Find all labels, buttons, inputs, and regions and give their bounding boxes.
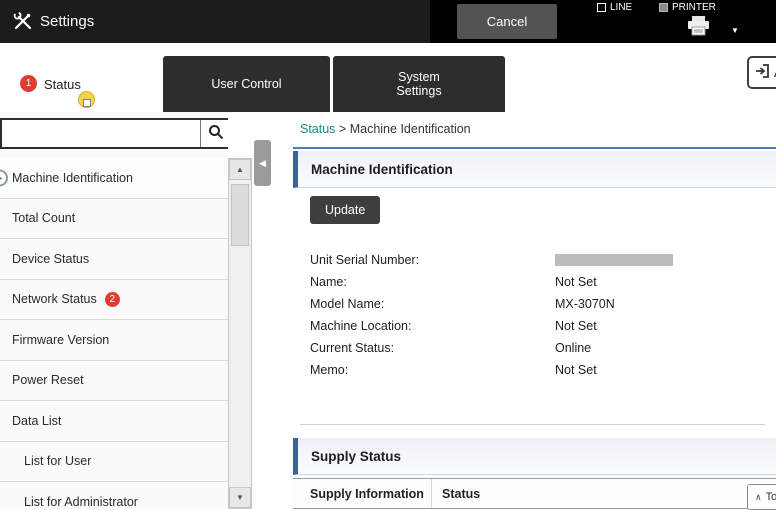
sidebar-search-box xyxy=(0,118,228,149)
top-bar: Settings Cancel LINE PRINTER ▼ xyxy=(0,0,776,43)
field-value: Not Set xyxy=(555,275,597,289)
supply-section-title: Supply Status xyxy=(311,449,401,464)
sidebar-item-label: Machine Identification xyxy=(12,171,133,185)
breadcrumb: Status > Machine Identification xyxy=(300,122,471,136)
network-status-badge: 2 xyxy=(105,292,120,307)
section-divider xyxy=(300,424,765,425)
scroll-down-button[interactable]: ▼ xyxy=(229,487,251,508)
to-top-label: To xyxy=(766,491,776,503)
login-button[interactable]: A xyxy=(747,56,776,89)
content-accent-rule xyxy=(293,147,776,149)
sidebar-item-label: List for Administrator xyxy=(24,495,138,509)
app-title: Settings xyxy=(40,0,94,43)
sidebar-item-total-count[interactable]: Total Count xyxy=(0,199,228,240)
sidebar-item-power-reset[interactable]: Power Reset xyxy=(0,361,228,402)
tab-system-settings[interactable]: System Settings xyxy=(333,56,505,112)
settings-tools-icon xyxy=(13,11,33,31)
field-label: Model Name: xyxy=(310,297,555,311)
section-title: Machine Identification xyxy=(311,162,453,177)
update-button[interactable]: Update xyxy=(310,196,380,224)
login-icon xyxy=(755,64,770,81)
sidebar-item-label: Data List xyxy=(12,414,61,428)
machine-identification-section-header: Machine Identification xyxy=(293,151,776,188)
field-label: Unit Serial Number: xyxy=(310,253,555,267)
field-machine-location: Machine Location: Not Set xyxy=(310,315,673,337)
supply-status-section-header: Supply Status xyxy=(293,438,776,475)
supply-table-header: Supply Information Status xyxy=(293,478,776,509)
field-name: Name: Not Set xyxy=(310,271,673,293)
printer-status: PRINTER xyxy=(659,2,716,13)
field-value: MX-3070N xyxy=(555,297,615,311)
sidebar-item-label: Power Reset xyxy=(12,373,84,387)
printer-dropdown-caret[interactable]: ▼ xyxy=(731,26,739,35)
breadcrumb-status-link[interactable]: Status xyxy=(300,122,335,136)
to-top-button[interactable]: ∧ To xyxy=(747,484,776,510)
tab-user-control-label: User Control xyxy=(211,77,281,91)
cursor-indicator xyxy=(78,91,95,108)
field-label: Current Status: xyxy=(310,341,555,355)
sidebar-item-label: Firmware Version xyxy=(12,333,109,347)
printer-label: PRINTER xyxy=(672,2,716,13)
field-value: Online xyxy=(555,341,591,355)
field-label: Name: xyxy=(310,275,555,289)
sidebar-item-label: Device Status xyxy=(12,252,89,266)
column-supply-information: Supply Information xyxy=(293,479,431,508)
field-unit-serial-number: Unit Serial Number: xyxy=(310,249,673,271)
sidebar-item-list-for-administrator[interactable]: List for Administrator xyxy=(0,482,228,509)
breadcrumb-current: Machine Identification xyxy=(350,122,471,136)
sidebar-item-device-status[interactable]: Device Status xyxy=(0,239,228,280)
field-memo: Memo: Not Set xyxy=(310,359,673,381)
column-status: Status xyxy=(431,479,776,508)
tab-user-control[interactable]: User Control xyxy=(163,56,330,112)
sidebar-item-firmware-version[interactable]: Firmware Version xyxy=(0,320,228,361)
sidebar: ▶ Machine Identification Total Count Dev… xyxy=(0,112,228,509)
sidebar-item-list-for-user[interactable]: List for User xyxy=(0,442,228,483)
line-label: LINE xyxy=(610,2,632,13)
search-icon xyxy=(208,124,224,143)
sidebar-item-network-status[interactable]: Network Status 2 xyxy=(0,280,228,321)
tab-status-label: Status xyxy=(44,77,81,92)
printer-indicator xyxy=(659,3,668,12)
tab-system-settings-label: System Settings xyxy=(379,70,459,98)
selected-item-marker: ▶ xyxy=(0,169,8,186)
sidebar-item-data-list[interactable]: Data List xyxy=(0,401,228,442)
field-value: Not Set xyxy=(555,319,597,333)
sidebar-item-label: Network Status xyxy=(12,292,97,306)
field-label: Memo: xyxy=(310,363,555,377)
redacted-serial-value xyxy=(555,254,673,266)
line-status: LINE xyxy=(597,2,632,13)
search-button[interactable] xyxy=(200,120,228,147)
chevron-up-icon: ∧ xyxy=(755,492,762,503)
sidebar-item-machine-identification[interactable]: ▶ Machine Identification xyxy=(0,158,228,199)
line-checkbox[interactable] xyxy=(597,3,606,12)
field-current-status: Current Status: Online xyxy=(310,337,673,359)
sidebar-collapse-handle[interactable]: ◀ xyxy=(254,140,271,186)
sidebar-item-label: Total Count xyxy=(12,211,75,225)
tab-bar: 1 Status User Control System Settings A xyxy=(0,43,776,112)
field-value: Not Set xyxy=(555,363,597,377)
printer-icon[interactable] xyxy=(686,15,712,42)
search-input[interactable] xyxy=(2,120,200,147)
status-tab-badge: 1 xyxy=(20,75,37,92)
scroll-up-button[interactable]: ▲ xyxy=(229,159,251,180)
sidebar-scrollbar[interactable]: ▲ ▼ xyxy=(228,158,252,509)
machine-info-fields: Unit Serial Number: Name: Not Set Model … xyxy=(310,249,673,381)
sidebar-item-label: List for User xyxy=(24,454,91,468)
sidebar-nav-list: ▶ Machine Identification Total Count Dev… xyxy=(0,158,228,509)
cancel-button[interactable]: Cancel xyxy=(457,4,557,39)
field-label: Machine Location: xyxy=(310,319,555,333)
field-model-name: Model Name: MX-3070N xyxy=(310,293,673,315)
scrollbar-thumb[interactable] xyxy=(231,184,249,246)
main-content: Status > Machine Identification Machine … xyxy=(285,112,776,509)
breadcrumb-separator: > xyxy=(339,122,346,136)
